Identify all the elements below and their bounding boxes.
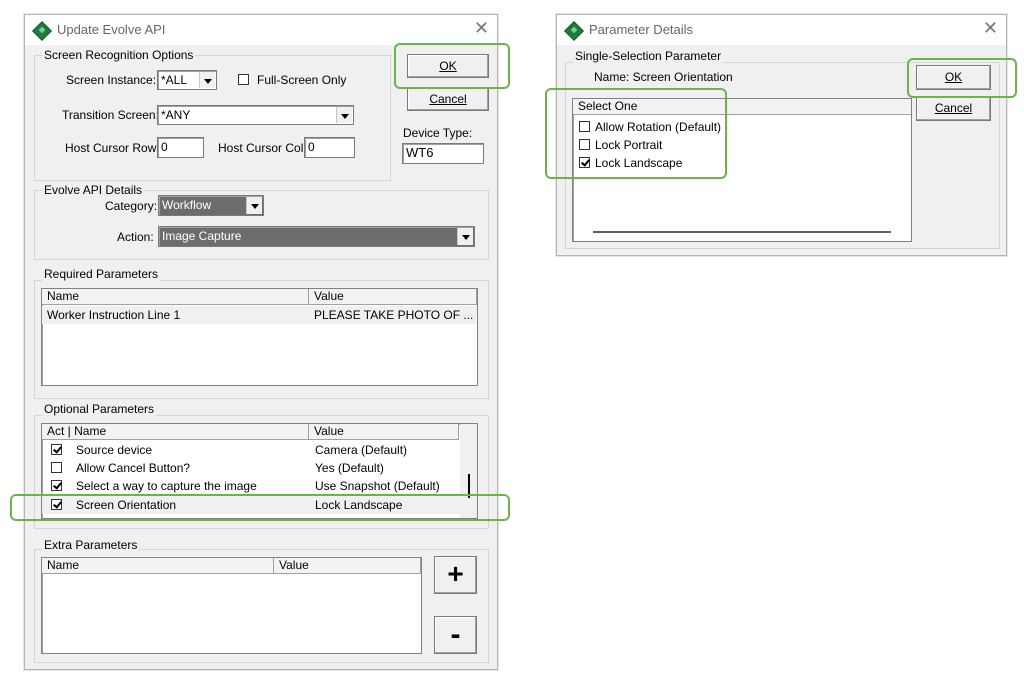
transition-screen-combo[interactable]: *ANY bbox=[157, 105, 354, 125]
fullscreen-only-checkbox[interactable] bbox=[238, 74, 249, 85]
plus-icon: + bbox=[447, 558, 464, 589]
update-evolve-api-dialog: Update Evolve API ✕ Screen Recognition O… bbox=[24, 14, 498, 670]
table-row[interactable]: Select a way to capture the image Use Sn… bbox=[42, 477, 462, 495]
param-value: Camera (Default) bbox=[315, 443, 408, 457]
screen-instance-label: Screen Instance: bbox=[66, 73, 157, 87]
horizontal-scrollbar[interactable] bbox=[593, 231, 891, 233]
table-row[interactable]: Worker Instruction Line 1 PLEASE TAKE PH… bbox=[42, 306, 477, 324]
remove-parameter-button[interactable]: - bbox=[434, 616, 477, 654]
chevron-down-icon[interactable] bbox=[246, 197, 262, 214]
cancel-button[interactable]: Cancel bbox=[916, 96, 991, 121]
ok-button-highlight bbox=[394, 43, 510, 89]
dialog-title: Update Evolve API bbox=[57, 22, 166, 37]
options-list-highlight bbox=[545, 88, 727, 179]
category-combo[interactable]: Workflow bbox=[158, 195, 264, 216]
column-header-name[interactable]: Name bbox=[42, 289, 309, 305]
param-name: Worker Instruction Line 1 bbox=[47, 308, 181, 322]
action-value: Image Capture bbox=[162, 229, 242, 243]
cancel-button-label: Cancel bbox=[934, 101, 973, 115]
param-value: Yes (Default) bbox=[315, 461, 384, 475]
table-row[interactable]: Allow Cancel Button? Yes (Default) bbox=[42, 459, 462, 477]
column-header-value[interactable]: Value bbox=[309, 424, 459, 440]
extra-params-list[interactable]: Name Value bbox=[41, 557, 422, 654]
column-header-value[interactable]: Value bbox=[274, 558, 421, 574]
cursor-row-input[interactable]: 0 bbox=[157, 137, 204, 158]
chevron-down-icon[interactable] bbox=[457, 228, 473, 245]
column-header-value[interactable]: Value bbox=[309, 289, 477, 305]
title-bar: Update Evolve API ✕ bbox=[25, 15, 497, 45]
close-icon[interactable]: ✕ bbox=[983, 18, 998, 38]
column-header-act-name[interactable]: Act | Name bbox=[42, 424, 309, 440]
dialog-title: Parameter Details bbox=[589, 22, 694, 37]
category-value: Workflow bbox=[162, 198, 212, 212]
param-value: PLEASE TAKE PHOTO OF ... bbox=[314, 308, 474, 322]
parameter-name-label: Name: Screen Orientation bbox=[594, 70, 733, 84]
param-ok-button-highlight bbox=[907, 58, 1017, 98]
cancel-button[interactable]: Cancel bbox=[407, 87, 489, 111]
title-bar: Parameter Details ✕ bbox=[557, 15, 1006, 45]
screen-instance-combo[interactable]: *ALL bbox=[157, 70, 217, 90]
optional-params-legend: Optional Parameters bbox=[42, 402, 157, 416]
api-details-legend: Evolve API Details bbox=[42, 183, 145, 197]
cursor-row-label: Host Cursor Row: bbox=[65, 141, 160, 155]
column-header-name[interactable]: Name bbox=[42, 558, 274, 574]
screen-instance-value: *ALL bbox=[161, 73, 188, 87]
cursor-col-input[interactable]: 0 bbox=[304, 137, 355, 158]
param-name: Allow Cancel Button? bbox=[76, 461, 191, 475]
app-icon bbox=[564, 21, 584, 41]
transition-screen-value: *ANY bbox=[161, 108, 191, 122]
chevron-down-icon[interactable] bbox=[199, 72, 215, 88]
device-type-input[interactable]: WT6 bbox=[402, 143, 484, 164]
param-name: Select a way to capture the image bbox=[76, 479, 257, 493]
minus-icon: - bbox=[450, 618, 461, 651]
single-selection-legend: Single-Selection Parameter bbox=[573, 49, 724, 63]
screen-orientation-row-highlight bbox=[10, 494, 510, 521]
app-icon bbox=[32, 21, 52, 41]
fullscreen-only-label: Full-Screen Only bbox=[257, 73, 347, 87]
add-parameter-button[interactable]: + bbox=[434, 556, 477, 594]
table-row[interactable]: Source device Camera (Default) bbox=[42, 441, 462, 459]
action-label: Action: bbox=[117, 230, 154, 244]
transition-screen-label: Transition Screen: bbox=[62, 108, 159, 122]
device-type-label: Device Type: bbox=[403, 126, 473, 140]
param-value: Use Snapshot (Default) bbox=[315, 479, 440, 493]
close-icon[interactable]: ✕ bbox=[474, 18, 489, 38]
act-checkbox[interactable] bbox=[51, 480, 62, 491]
act-checkbox[interactable] bbox=[51, 462, 62, 473]
cancel-button-label: Cancel bbox=[429, 92, 467, 106]
act-checkbox[interactable] bbox=[51, 444, 62, 455]
required-params-legend: Required Parameters bbox=[42, 267, 161, 281]
chevron-down-icon[interactable] bbox=[336, 107, 352, 123]
screen-recognition-legend: Screen Recognition Options bbox=[42, 48, 196, 62]
extra-params-legend: Extra Parameters bbox=[42, 538, 140, 552]
param-name: Source device bbox=[76, 443, 153, 457]
required-params-list[interactable]: Name Value Worker Instruction Line 1 PLE… bbox=[41, 288, 478, 386]
action-combo[interactable]: Image Capture bbox=[158, 226, 475, 247]
cursor-col-label: Host Cursor Col: bbox=[218, 141, 307, 155]
category-label: Category: bbox=[105, 199, 158, 213]
